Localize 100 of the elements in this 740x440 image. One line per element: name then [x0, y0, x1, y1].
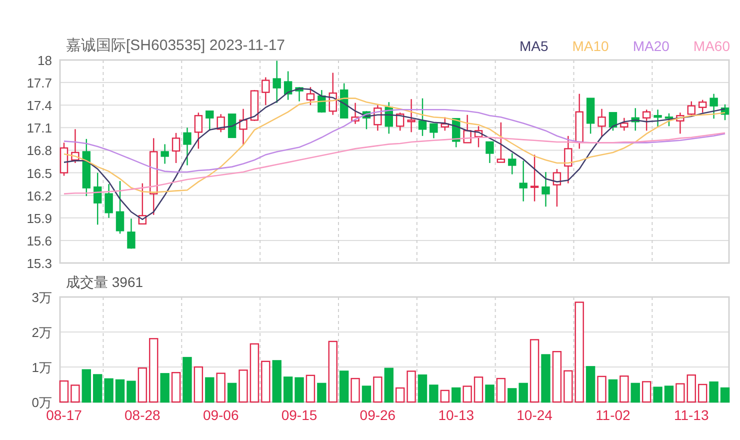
volume-bar	[698, 384, 708, 403]
volume-bar	[406, 370, 416, 403]
volume-bar	[250, 343, 260, 403]
volume-bar	[171, 372, 181, 403]
candlestick	[676, 112, 684, 134]
candlestick	[239, 108, 248, 145]
candlestick	[194, 112, 203, 149]
volume-bar	[597, 376, 606, 403]
volume-bar	[485, 384, 494, 403]
candlestick	[384, 102, 393, 134]
volume-bar	[373, 376, 382, 403]
candlestick	[340, 83, 348, 118]
volume-bar	[317, 382, 326, 403]
axis-label: 15.6	[26, 233, 52, 248]
axis-label: 17.4	[26, 98, 52, 114]
axis-label: 2万	[32, 325, 52, 340]
volume-bar	[205, 377, 214, 403]
volume-bar	[70, 384, 80, 403]
candlestick	[272, 60, 281, 103]
candlestick	[474, 126, 483, 148]
chart-title: 成交量 3961	[66, 274, 144, 290]
volume-bar	[418, 374, 428, 403]
volume-bar	[664, 386, 674, 403]
candlestick	[138, 183, 147, 224]
legend-label: MA10	[572, 38, 609, 55]
volume-bar	[541, 354, 550, 403]
candlestick	[631, 108, 640, 131]
chart-title: 嘉诚国际[SH603535] 2023-11-17	[66, 37, 286, 55]
candlestick	[598, 108, 606, 137]
volume-bar	[149, 338, 158, 403]
candlestick	[542, 172, 550, 207]
candlestick	[295, 87, 304, 102]
candlestick	[328, 72, 337, 115]
candlestick	[720, 104, 730, 120]
volume-bar	[429, 384, 438, 403]
axis-label: 18	[38, 53, 52, 68]
axis-label: 10-13	[438, 407, 474, 423]
candlestick	[687, 101, 696, 115]
volume-bar	[362, 386, 372, 403]
volume-bar	[238, 370, 248, 403]
volume-bar	[630, 382, 640, 403]
candlestick	[575, 94, 584, 149]
candlestick	[508, 153, 516, 174]
volume-bar	[384, 368, 394, 403]
volume-bar	[350, 378, 360, 403]
volume-bar	[530, 339, 540, 403]
candlestick	[206, 110, 214, 131]
volume-bar	[518, 382, 528, 403]
axis-label: 11-13	[674, 407, 709, 423]
volume-bar	[104, 378, 114, 403]
volume-bar	[328, 340, 338, 403]
candlestick	[228, 114, 236, 138]
legend-label: MA60	[693, 38, 730, 55]
volume-bar	[160, 373, 170, 403]
volume-bar	[396, 387, 405, 403]
volume-bar	[462, 386, 472, 403]
axis-label: 11-02	[596, 407, 630, 423]
candlestick	[374, 105, 382, 131]
candlestick	[564, 136, 572, 184]
legend-label: MA20	[632, 38, 670, 55]
candlestick	[284, 71, 292, 100]
candlestick	[440, 117, 450, 131]
candlestick	[664, 113, 674, 126]
candlestick	[586, 98, 595, 134]
axis-label: 1万	[32, 360, 52, 375]
legend-label: MA5	[519, 38, 548, 55]
candlestick	[116, 181, 124, 234]
volume-bar	[653, 386, 662, 403]
candlestick	[698, 100, 707, 113]
candlestick	[362, 111, 371, 130]
volume-bar	[608, 379, 618, 403]
volume-bar	[496, 378, 506, 403]
volume-bar	[93, 374, 102, 403]
volume-bar	[552, 351, 562, 403]
axis-label: 17.1	[26, 120, 52, 136]
volume-bar	[115, 379, 125, 403]
volume-bar	[306, 374, 316, 403]
axis-label: 15.3	[26, 256, 52, 271]
candlestick	[71, 129, 80, 163]
volume-bar	[586, 366, 596, 403]
axis-label: 09-15	[281, 407, 318, 423]
candlestick	[306, 87, 315, 106]
candlestick	[530, 154, 539, 202]
candlestick	[418, 98, 427, 136]
candlestick	[407, 99, 416, 132]
volume-bar	[261, 360, 270, 403]
candlestick	[608, 112, 618, 131]
volume-bar	[82, 369, 91, 403]
axis-label: 16.2	[26, 188, 52, 204]
axis-label: 16.5	[26, 166, 52, 181]
candlestick	[552, 169, 562, 207]
candlestick	[60, 142, 68, 176]
volume-bar	[216, 372, 226, 403]
candlestick	[642, 110, 651, 131]
candlestick	[183, 128, 192, 166]
volume-bar	[709, 381, 718, 403]
volume-bar	[676, 383, 685, 403]
volume-bar	[339, 370, 349, 403]
axis-label: 3万	[32, 290, 52, 305]
candlestick	[94, 172, 102, 225]
